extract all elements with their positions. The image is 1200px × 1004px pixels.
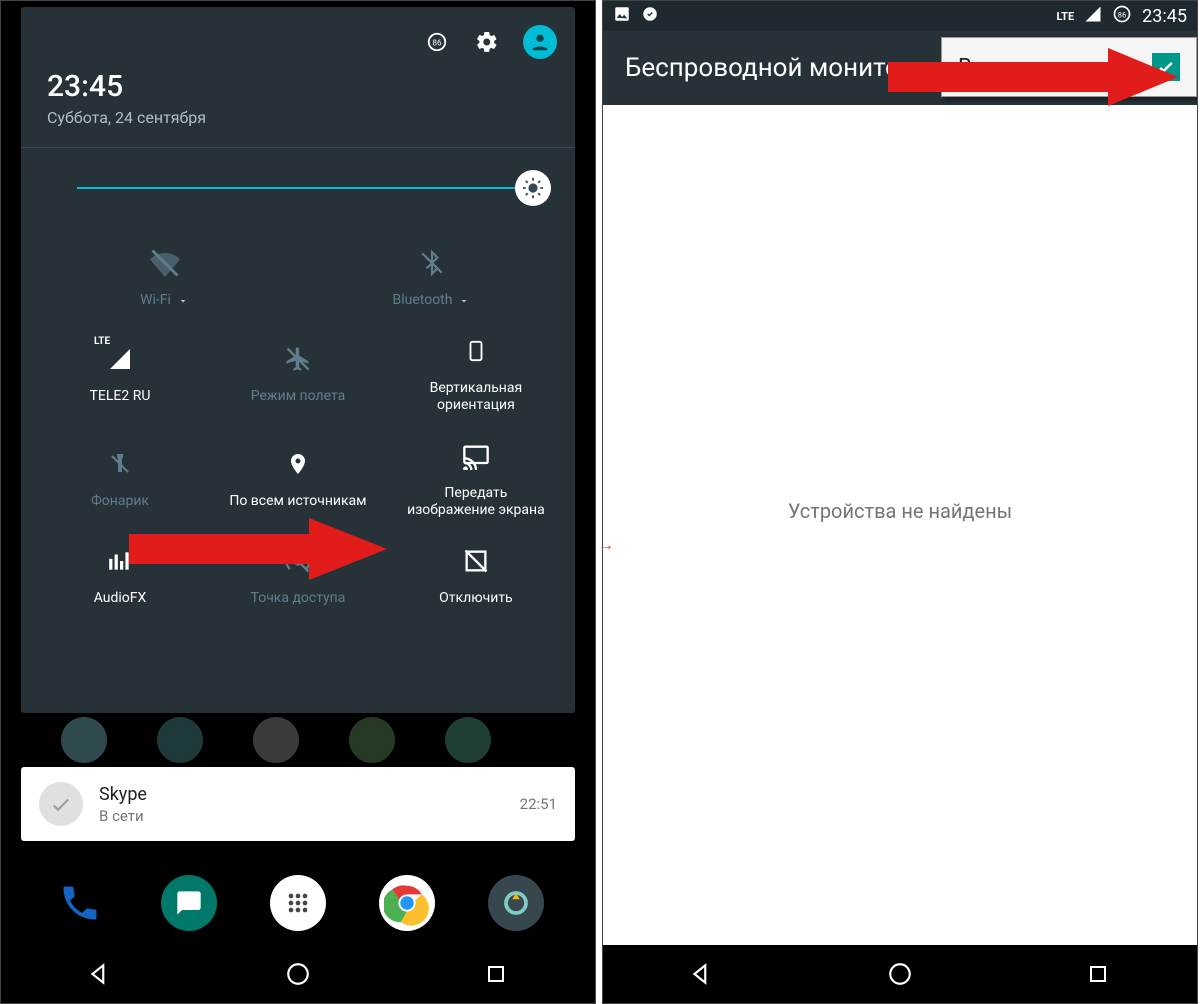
tile-location[interactable]: По всем источникам	[209, 427, 387, 532]
hotspot-off-icon	[278, 544, 318, 578]
status-check-icon	[641, 5, 659, 27]
cast-icon	[456, 439, 496, 473]
flashlight-off-icon	[100, 447, 140, 481]
tile-airplane[interactable]: Режим полета	[209, 322, 387, 427]
qs-header: 86	[21, 7, 575, 59]
wifi-off-icon	[145, 246, 185, 280]
tile-bluetooth[interactable]: Bluetooth	[298, 234, 565, 322]
nav-home-icon[interactable]	[283, 959, 313, 989]
brightness-track	[77, 187, 535, 189]
tile-bluetooth-label: Bluetooth	[393, 292, 471, 310]
page-title: Беспроводной монитор	[625, 53, 914, 83]
tile-wifi-label: Wi-Fi	[140, 292, 189, 310]
tile-flashlight-label: Фонарик	[91, 493, 149, 511]
enable-label: Включить	[958, 55, 1061, 80]
brightness-slider[interactable]	[21, 148, 575, 228]
equalizer-icon	[100, 544, 140, 578]
tile-disconnect[interactable]: Отключить	[387, 532, 565, 620]
nav-recent-icon[interactable]	[481, 959, 511, 989]
phone-quick-settings: 86 23:45 Суббота, 24 сентября	[0, 0, 596, 1004]
phone-cast-settings: LTE 86 23:45 Беспроводной монитор Включи…	[602, 0, 1198, 1004]
tile-hotspot-label: Точка доступа	[251, 590, 346, 608]
enable-checkbox[interactable]	[1152, 53, 1180, 81]
tile-airplane-label: Режим полета	[251, 388, 345, 406]
tile-cast-label: Передать изображение экрана	[407, 485, 545, 520]
chrome-app-icon[interactable]	[379, 875, 435, 931]
phone-app-icon[interactable]	[52, 875, 108, 931]
profile-avatar-icon[interactable]	[523, 25, 557, 59]
status-time: 23:45	[1142, 6, 1187, 27]
clock-block: 23:45 Суббота, 24 сентября	[21, 59, 575, 141]
bluetooth-off-icon	[412, 246, 452, 280]
no-sim-icon	[456, 544, 496, 578]
settings-gear-icon[interactable]	[473, 28, 501, 56]
notification-text: Skype В сети	[99, 784, 147, 825]
nav-home-icon[interactable]	[885, 959, 915, 989]
nav-recent-icon[interactable]	[1083, 959, 1113, 989]
airplane-off-icon	[278, 342, 318, 376]
tile-hotspot[interactable]: Точка доступа	[209, 532, 387, 620]
notification-time: 22:51	[520, 795, 557, 813]
quick-settings-panel: 86 23:45 Суббота, 24 сентября	[21, 7, 575, 713]
app-drawer-icon[interactable]	[270, 875, 326, 931]
tile-disconnect-label: Отключить	[439, 590, 513, 608]
nav-back-icon[interactable]	[687, 959, 717, 989]
tile-rotation-label: Вертикальная ориентация	[430, 380, 523, 415]
status-battery-icon: 86	[1112, 4, 1132, 28]
home-dock	[1, 861, 595, 945]
enable-toggle-box[interactable]: Включить	[941, 37, 1197, 97]
camera-app-icon[interactable]	[488, 875, 544, 931]
tile-flashlight[interactable]: Фонарик	[31, 427, 209, 532]
portrait-icon	[456, 334, 496, 368]
tile-cellular[interactable]: LTE TELE2 RU	[31, 322, 209, 427]
notification-title: Skype	[99, 784, 147, 805]
svg-text:86: 86	[1118, 10, 1126, 19]
tile-wifi[interactable]: Wi-Fi	[31, 234, 298, 322]
tile-audiofx-label: AudioFX	[94, 590, 147, 608]
notification-skype[interactable]: Skype В сети 22:51	[21, 767, 575, 841]
skype-icon	[39, 782, 83, 826]
tile-cast[interactable]: Передать изображение экрана	[387, 427, 565, 532]
svg-text:86: 86	[432, 39, 442, 49]
notification-status: В сети	[99, 807, 147, 825]
home-preview-row	[1, 715, 595, 765]
tile-rotation[interactable]: Вертикальная ориентация	[387, 322, 565, 427]
messages-app-icon[interactable]	[161, 875, 217, 931]
tile-audiofx[interactable]: AudioFX	[31, 532, 209, 620]
status-picture-icon	[613, 5, 631, 27]
nav-back-icon[interactable]	[85, 959, 115, 989]
separator-arrow-icon: →	[598, 535, 614, 555]
signal-icon: LTE	[100, 342, 140, 376]
status-bar: LTE 86 23:45	[603, 1, 1197, 31]
qs-tiles-grid: Wi-Fi Bluetooth LTE	[21, 228, 575, 637]
status-lte: LTE	[1056, 10, 1074, 23]
battery-badge-icon: 86	[423, 28, 451, 56]
empty-state-text: Устройства не найдены	[603, 499, 1197, 523]
tile-location-label: По всем источникам	[229, 493, 366, 511]
clock-date: Суббота, 24 сентября	[47, 108, 549, 127]
nav-bar	[603, 945, 1197, 1003]
brightness-knob-icon[interactable]	[515, 170, 551, 206]
clock-time: 23:45	[47, 69, 549, 104]
location-icon	[278, 447, 318, 481]
status-signal-icon	[1084, 5, 1102, 27]
tile-cellular-label: TELE2 RU	[90, 388, 151, 406]
nav-bar	[1, 945, 595, 1003]
